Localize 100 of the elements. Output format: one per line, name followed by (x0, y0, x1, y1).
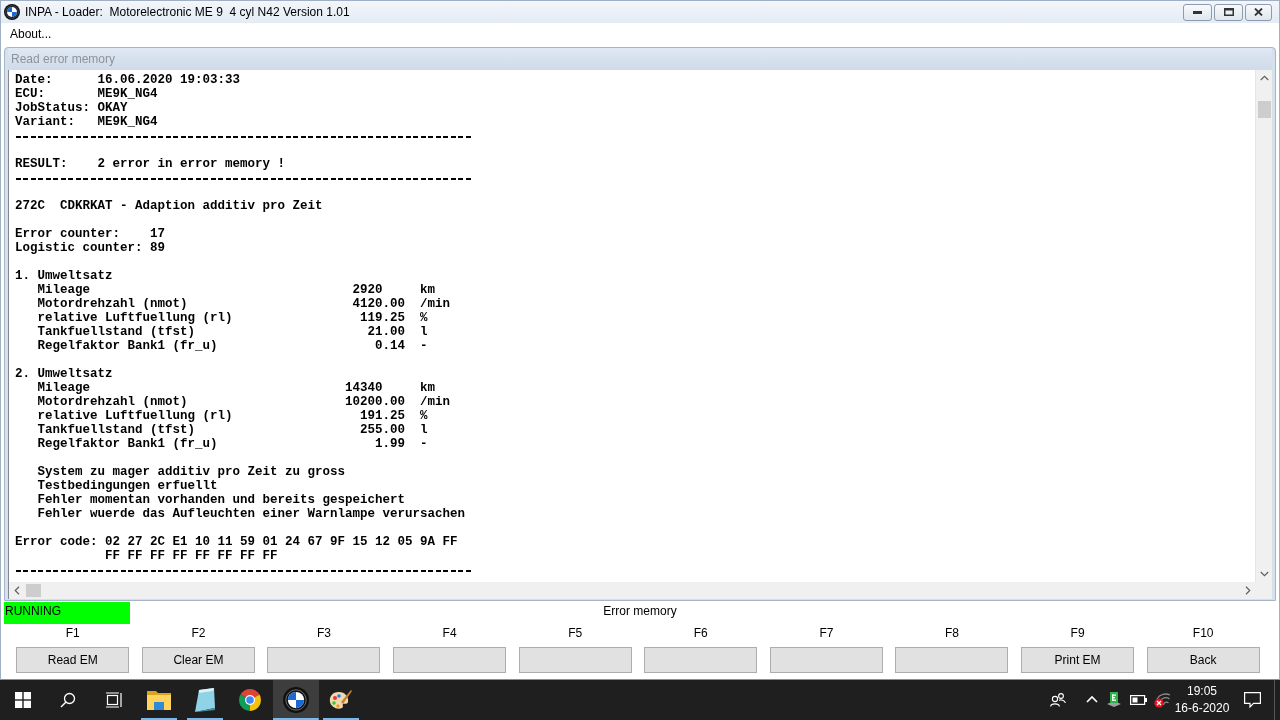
function-key-label: F3 (317, 625, 331, 641)
parameter-value: 119.25 (360, 311, 406, 325)
roundel-icon (4, 4, 20, 20)
function-key-button[interactable]: Clear EM (141, 647, 255, 673)
function-key-button[interactable]: Back (1146, 647, 1260, 673)
field-value: 16.06.2020 19:03:33 (97, 73, 241, 87)
chevron-left-icon (12, 586, 22, 595)
maximize-icon (1223, 8, 1234, 16)
minimize-button[interactable] (1183, 3, 1212, 21)
roundel-icon (282, 687, 309, 713)
section-title: 1. Umweltsatz (15, 269, 113, 283)
function-key-label: F2 (191, 625, 206, 641)
field-label: ECU: (15, 87, 45, 101)
section-title: 2. Umweltsatz (15, 367, 113, 381)
parameter-unit: % (420, 311, 428, 325)
counter-label: Logistic counter: (15, 241, 143, 255)
function-key-label: F1 (65, 625, 80, 641)
parameter-value: 191.25 (360, 409, 406, 423)
chevron-up-icon (1259, 74, 1269, 83)
segmented-circle-icon (239, 689, 262, 711)
parameter-name: Regelfaktor Bank1 (fr_u) (37, 437, 218, 451)
parameter-value: 21.00 (367, 325, 406, 339)
battery-icon (1129, 695, 1147, 705)
scrollbar-thumb[interactable] (26, 584, 41, 597)
sheet-icon (1106, 692, 1122, 708)
parameter-unit: km (420, 283, 436, 297)
taskbar-app-button[interactable] (273, 680, 319, 720)
parameter-value: 2920 (352, 283, 383, 297)
field-value: OKAY (97, 101, 128, 115)
clock-button[interactable]: 19:05 16-6-2020 (1174, 680, 1230, 720)
counter-value: 89 (150, 241, 166, 255)
screen-title: Error memory (603, 604, 677, 618)
child-window-title: Read error memory (11, 52, 116, 66)
parameter-name: Motordrehzahl (nmot) (37, 297, 188, 311)
function-key-button[interactable]: Print EM (1021, 647, 1135, 673)
function-key-label: F5 (568, 625, 583, 641)
fault-code: 272C (15, 199, 45, 213)
result-value: 2 error in error memory ! (97, 157, 286, 171)
notepad-icon (193, 688, 216, 712)
folder-icon (147, 690, 172, 710)
parameter-unit: % (420, 409, 428, 423)
error-code-bytes: 02 27 2C E1 10 11 59 01 24 67 9F 15 12 05 9A FF (105, 535, 458, 549)
fault-title: CDKRKAT - Adaption additiv pro Zeit (60, 199, 323, 213)
parameter-unit: - (420, 339, 428, 353)
parameter-name: Mileage (37, 283, 90, 297)
error-code-bytes: FF FF FF FF FF FF FF FF (105, 549, 278, 563)
status-indicator: RUNNING (4, 602, 130, 624)
menu-item[interactable]: About... (9, 27, 53, 41)
parameter-name: Tankfuellstand (tfst) (37, 325, 196, 339)
vertical-scrollbar[interactable] (1255, 70, 1272, 582)
close-icon (1254, 8, 1263, 16)
parameter-value: 10200.00 (345, 395, 406, 409)
function-key-label: F7 (819, 625, 834, 641)
counter-value: 17 (150, 227, 166, 241)
scrollbar-thumb[interactable] (1257, 101, 1271, 118)
window-title: INPA - Loader: Motorelectronic ME 9 4 cyl N42 Version 1.01 (25, 5, 350, 19)
four-panes-icon (14, 692, 31, 708)
parameter-name: relative Luftfuellung (rl) (37, 311, 233, 325)
parameter-name: Tankfuellstand (tfst) (37, 423, 196, 437)
result-label: RESULT: (15, 157, 68, 171)
parameter-name: Motordrehzahl (nmot) (37, 395, 188, 409)
parameter-value: 1.99 (375, 437, 406, 451)
stacked-windows-icon (104, 692, 123, 708)
people-icon (1050, 693, 1066, 707)
message-icon (1243, 692, 1261, 708)
function-key-label: F9 (1070, 625, 1085, 641)
horizontal-scrollbar[interactable] (8, 582, 1255, 599)
parameter-value: 255.00 (360, 423, 406, 437)
condition-text: Testbedingungen erfuellt (37, 479, 218, 493)
field-label: Date: (15, 73, 53, 87)
parameter-unit: l (420, 423, 428, 437)
condition-text: System zu mager additiv pro Zeit zu gross (37, 465, 346, 479)
function-key-label: F4 (442, 625, 457, 641)
function-key-label: F8 (945, 625, 959, 641)
parameter-name: Regelfaktor Bank1 (fr_u) (37, 339, 218, 353)
search-icon (60, 692, 77, 708)
error-code-label: Error code: (15, 535, 98, 549)
chevron-down-icon (1259, 569, 1269, 578)
function-key-label: F10 (1192, 625, 1214, 641)
parameter-value: 14340 (345, 381, 383, 395)
field-label: Variant: (15, 115, 75, 129)
palette-icon (329, 689, 354, 711)
field-value: ME9K_NG4 (97, 87, 158, 101)
parameter-unit: l (420, 325, 428, 339)
maximize-button[interactable] (1214, 3, 1243, 21)
wifi-error-icon (1153, 692, 1171, 708)
parameter-name: Mileage (37, 381, 90, 395)
function-key-label: F6 (693, 625, 708, 641)
parameter-name: relative Luftfuellung (rl) (37, 409, 233, 423)
function-key-button[interactable]: Read EM (16, 647, 130, 673)
parameter-unit: - (420, 437, 428, 451)
parameter-unit: km (420, 381, 436, 395)
field-value: ME9K_NG4 (97, 115, 158, 129)
parameter-value: 0.14 (375, 339, 406, 353)
condition-text: Fehler wuerde das Aufleuchten einer Warnlampe verursachen (37, 507, 466, 521)
close-button[interactable] (1245, 3, 1272, 21)
minimize-icon (1193, 10, 1202, 14)
field-label: JobStatus: (15, 101, 90, 115)
counter-label: Error counter: (15, 227, 121, 241)
condition-text: Fehler momentan vorhanden und bereits gespeichert (37, 493, 406, 507)
